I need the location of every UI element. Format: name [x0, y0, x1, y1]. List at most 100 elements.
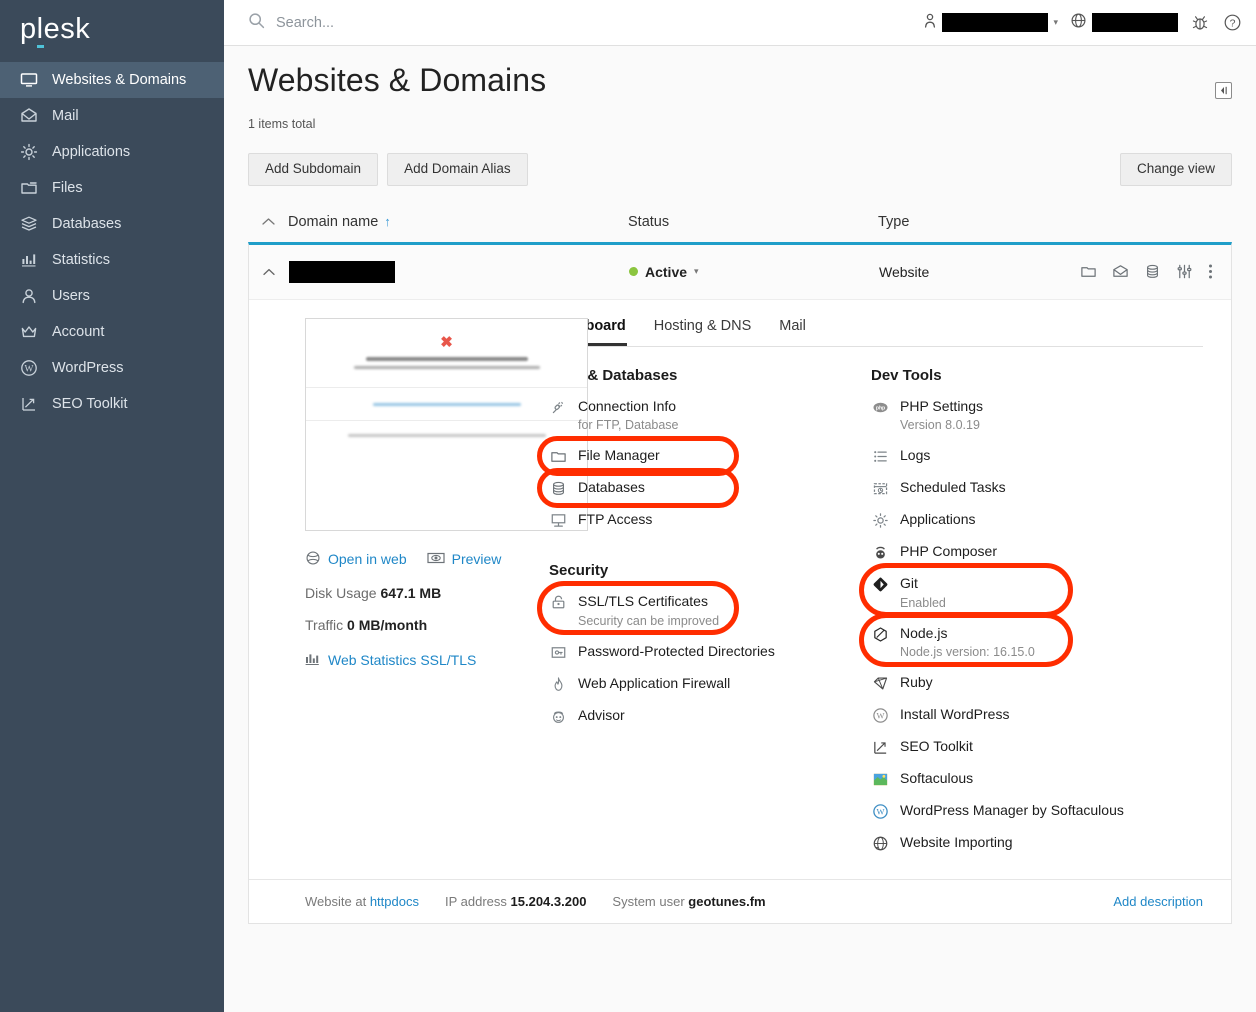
- sidebar-item-seo-toolkit[interactable]: SEO Toolkit: [0, 386, 224, 422]
- tool-label: WordPress Manager by Softaculous: [900, 802, 1124, 819]
- sidebar-item-websites-domains[interactable]: Websites & Domains: [0, 62, 224, 98]
- svg-text:W: W: [24, 365, 33, 375]
- tool-label: Logs: [900, 447, 931, 464]
- account-menu[interactable]: ▾: [923, 12, 1058, 34]
- tool-text: Softaculous: [900, 770, 973, 788]
- add-domain-alias-button[interactable]: Add Domain Alias: [387, 153, 528, 186]
- tool-seo-toolkit[interactable]: SEO Toolkit: [871, 731, 1203, 763]
- tool-website-importing[interactable]: Website Importing: [871, 827, 1203, 859]
- sidebar-item-databases[interactable]: Databases: [0, 206, 224, 242]
- tool-ruby[interactable]: Ruby: [871, 667, 1203, 699]
- column-header-type[interactable]: Type: [878, 214, 1232, 230]
- tool-text: Install WordPress: [900, 706, 1009, 724]
- sliders-icon[interactable]: [1176, 263, 1193, 280]
- domain-tabs: Dashboard Hosting & DNS Mail: [549, 318, 1203, 347]
- tool-advisor[interactable]: Advisor: [549, 700, 859, 732]
- panel-collapse-icon[interactable]: [1215, 82, 1232, 99]
- domain-name-cell[interactable]: [289, 260, 629, 283]
- page-title: Websites & Domains: [248, 62, 547, 98]
- tool-password-protected-directories[interactable]: Password-Protected Directories: [549, 636, 859, 668]
- sidebar-item-wordpress[interactable]: W WordPress: [0, 350, 224, 386]
- tool-applications[interactable]: Applications: [871, 504, 1203, 536]
- locale-menu[interactable]: [1070, 12, 1178, 34]
- envelope-icon: [19, 107, 38, 126]
- search-box[interactable]: [248, 12, 913, 34]
- tool-web-application-firewall[interactable]: Web Application Firewall: [549, 668, 859, 700]
- sidebar-item-mail[interactable]: Mail: [0, 98, 224, 134]
- collapse-all-icon[interactable]: [248, 217, 288, 226]
- web-statistics-link[interactable]: Web Statistics SSL/TLS: [305, 651, 476, 669]
- error-x-icon: ✖: [440, 333, 453, 351]
- database-icon[interactable]: [1144, 263, 1161, 280]
- thumbnail-divider: [306, 386, 587, 388]
- traffic-stat: Traffic 0 MB/month: [305, 617, 549, 633]
- gear-icon: [871, 511, 889, 529]
- open-in-web-label: Open in web: [328, 551, 407, 568]
- tool-databases[interactable]: Databases: [537, 468, 859, 509]
- tool-label: Databases: [578, 479, 645, 496]
- tool-text: Applications: [900, 511, 976, 529]
- sidebar-item-applications[interactable]: Applications: [0, 134, 224, 170]
- svg-text:W: W: [876, 711, 884, 721]
- tool-wordpress-manager-by-softaculous[interactable]: W WordPress Manager by Softaculous: [871, 795, 1203, 827]
- website-at-value[interactable]: httpdocs: [370, 894, 419, 909]
- envelope-icon[interactable]: [1112, 263, 1129, 280]
- chevron-down-icon[interactable]: ▾: [694, 266, 699, 277]
- domain-status-cell[interactable]: Active ▾: [629, 264, 879, 280]
- database-icon: [549, 479, 567, 497]
- top-bar: ▾ ?: [224, 0, 1256, 46]
- tool-label: Website Importing: [900, 834, 1013, 851]
- tool-ssl-tls-certificates[interactable]: SSL/TLS Certificates Security can be imp…: [537, 581, 859, 636]
- open-in-web-link[interactable]: Open in web: [305, 550, 407, 569]
- sidebar-item-users[interactable]: Users: [0, 278, 224, 314]
- folder-icon[interactable]: [1080, 263, 1097, 280]
- sidebar-item-files[interactable]: Files: [0, 170, 224, 206]
- tool-git[interactable]: Git Enabled: [859, 563, 1203, 618]
- add-description-link[interactable]: Add description: [1113, 894, 1203, 909]
- domain-type-cell: Website: [879, 263, 930, 280]
- tool-nodejs[interactable]: Node.js Node.js version: 16.15.0: [859, 612, 1203, 668]
- column-header-status[interactable]: Status: [628, 214, 878, 230]
- tool-file-manager[interactable]: File Manager: [537, 436, 859, 477]
- tool-logs[interactable]: Logs: [871, 440, 1203, 472]
- bug-icon[interactable]: [1190, 13, 1210, 33]
- svg-text:?: ?: [1229, 17, 1235, 29]
- ftp-icon: [549, 511, 567, 529]
- page-toolbar: Add Subdomain Add Domain Alias Change vi…: [248, 153, 1232, 186]
- kebab-menu-icon[interactable]: [1208, 262, 1213, 281]
- wordpress-icon: W: [871, 706, 889, 724]
- tool-ftp-access[interactable]: FTP Access: [549, 504, 859, 536]
- column-header-domain-name[interactable]: Domain name ↑: [288, 214, 628, 230]
- status-dot-icon: [629, 267, 638, 277]
- add-subdomain-button[interactable]: Add Subdomain: [248, 153, 379, 186]
- site-thumbnail-content: ✖: [306, 319, 587, 437]
- change-view-button[interactable]: Change view: [1119, 153, 1232, 186]
- tool-connection-info[interactable]: Connection Info for FTP, Database: [549, 391, 859, 441]
- monitor-icon: [19, 71, 38, 90]
- tool-install-wordpress[interactable]: W Install WordPress: [871, 699, 1203, 731]
- status-badge: Active: [645, 263, 688, 280]
- tool-softaculous[interactable]: Softaculous: [871, 763, 1203, 795]
- tool-text: SEO Toolkit: [900, 738, 973, 756]
- sidebar-item-statistics[interactable]: Statistics: [0, 242, 224, 278]
- tool-php-composer[interactable]: PHP Composer: [871, 536, 1203, 568]
- domain-card-footer: Website at httpdocs IP address 15.204.3.…: [249, 879, 1231, 923]
- sidebar-item-account[interactable]: Account: [0, 314, 224, 350]
- help-icon[interactable]: ?: [1222, 13, 1242, 33]
- site-thumbnail[interactable]: ✖: [305, 317, 588, 531]
- softaculous-icon: [871, 770, 889, 788]
- tab-mail[interactable]: Mail: [778, 318, 807, 346]
- preview-link[interactable]: Preview: [427, 551, 501, 568]
- tool-sublabel: Node.js version: 16.15.0: [900, 645, 1035, 660]
- tool-label: Web Application Firewall: [578, 674, 731, 691]
- search-input[interactable]: [274, 13, 594, 32]
- plesk-logo[interactable]: plesk: [0, 0, 224, 62]
- sidebar-item-label: Websites & Domains: [52, 72, 187, 88]
- website-at-label: Website at: [305, 894, 367, 910]
- domain-row-collapse-icon[interactable]: [249, 268, 289, 276]
- globe-icon: [305, 550, 321, 569]
- tool-php-settings[interactable]: php PHP Settings Version 8.0.19: [871, 391, 1203, 441]
- tab-hosting-dns[interactable]: Hosting & DNS: [653, 318, 753, 346]
- calendar-clock-icon: [871, 479, 889, 497]
- tool-scheduled-tasks[interactable]: Scheduled Tasks: [871, 472, 1203, 504]
